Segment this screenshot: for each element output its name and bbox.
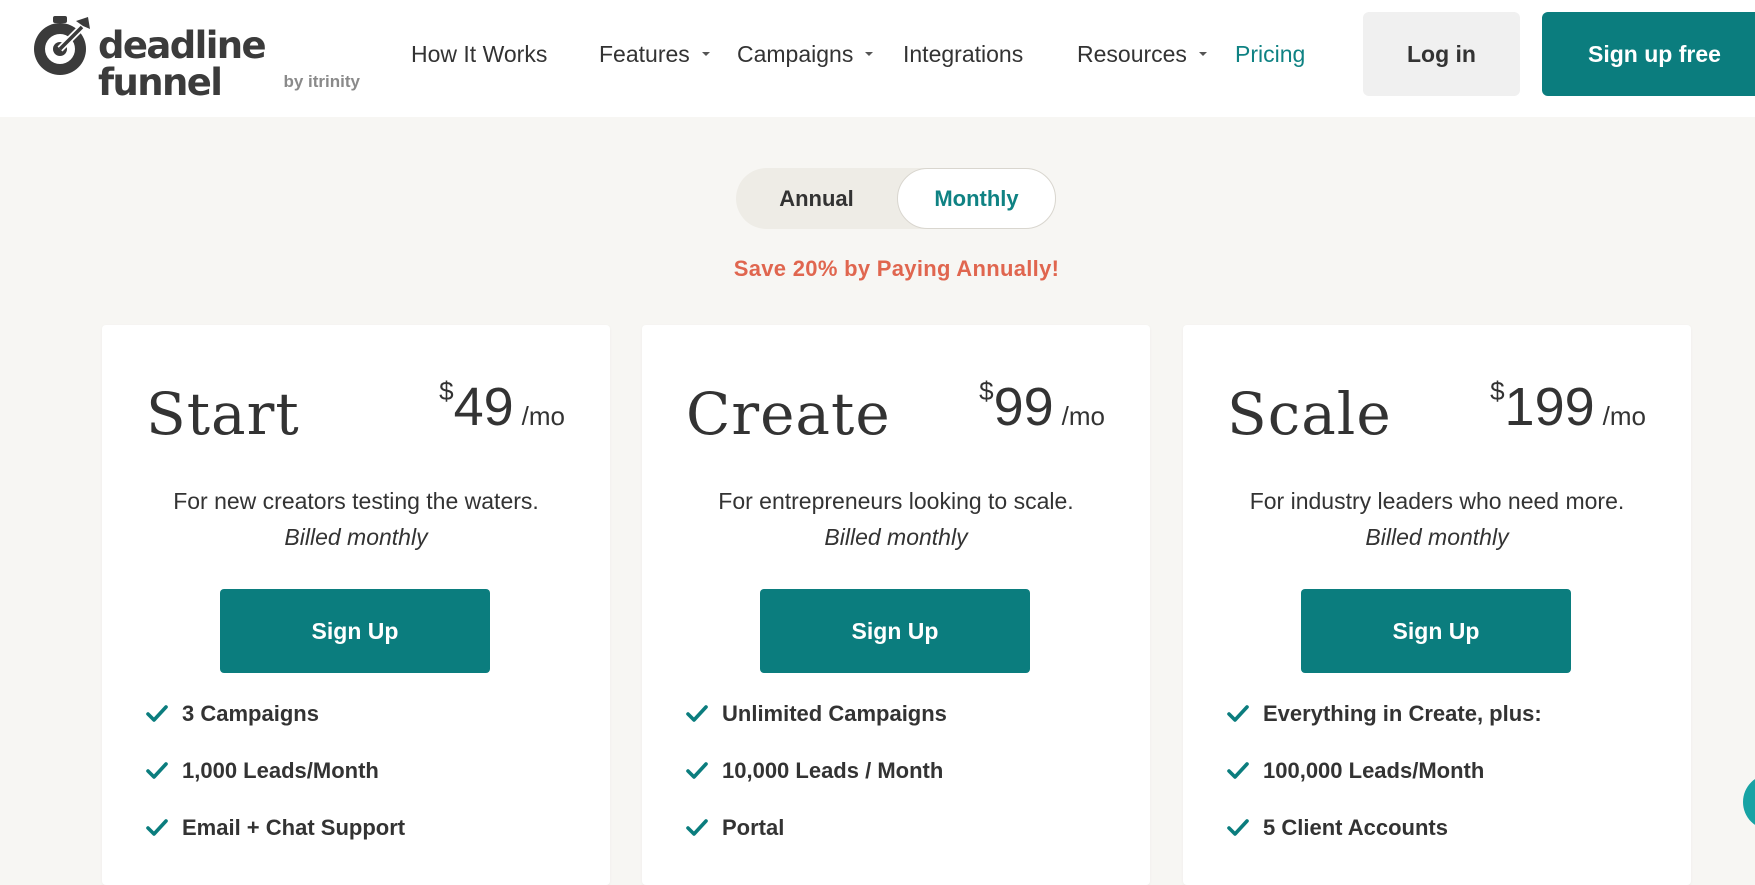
feature-item: 100,000 Leads/Month xyxy=(1227,757,1667,814)
sign-up-button[interactable]: Sign Up xyxy=(220,589,490,673)
feature-label: 5 Client Accounts xyxy=(1263,815,1448,840)
feature-label: Unlimited Campaigns xyxy=(722,701,947,726)
plan-card-start: Start $49/mo For new creators testing th… xyxy=(102,325,610,885)
nav-label: Integrations xyxy=(903,41,1024,67)
chat-icon[interactable] xyxy=(1743,774,1755,830)
nav-label: Campaigns xyxy=(737,41,854,67)
nav-campaigns[interactable]: Campaigns xyxy=(737,40,874,68)
price-currency: $ xyxy=(439,376,454,406)
price-currency: $ xyxy=(979,376,994,406)
logo-byline: by itrinity xyxy=(283,72,360,91)
plan-name: Scale xyxy=(1227,380,1392,448)
nav-label: Pricing xyxy=(1235,41,1306,67)
feature-item: 5 Client Accounts xyxy=(1227,814,1667,871)
feature-label: Portal xyxy=(722,815,785,840)
feature-list: Everything in Create, plus: 100,000 Lead… xyxy=(1227,700,1667,871)
plan-billing-note: Billed monthly xyxy=(1365,524,1509,550)
sign-up-button[interactable]: Sign Up xyxy=(760,589,1030,673)
plan-price: $49/mo xyxy=(439,377,565,437)
feature-item: 10,000 Leads / Month xyxy=(686,757,1126,814)
checkmark-icon xyxy=(146,819,168,836)
plan-price: $199/mo xyxy=(1490,377,1646,437)
billing-toggle: Annual Monthly xyxy=(736,168,1056,229)
checkmark-icon xyxy=(146,705,168,722)
feature-label: 100,000 Leads/Month xyxy=(1263,758,1485,783)
plan-name: Start xyxy=(146,380,300,448)
plan-billing-note: Billed monthly xyxy=(824,524,968,550)
checkmark-icon xyxy=(686,705,708,722)
checkmark-icon xyxy=(1227,705,1249,722)
nav-integrations[interactable]: Integrations xyxy=(903,40,1023,68)
sign-up-button[interactable]: Sign Up xyxy=(1301,589,1571,673)
deadline-funnel-logo[interactable]: deadline funnel by itrinity xyxy=(30,13,360,101)
plan-description: For entrepreneurs looking to scale. xyxy=(718,488,1074,514)
price-period: /mo xyxy=(521,401,565,431)
nav-resources[interactable]: Resources xyxy=(1077,40,1207,68)
chevron-down-icon xyxy=(865,51,874,56)
price-amount: 99 xyxy=(993,377,1054,437)
checkmark-icon xyxy=(686,819,708,836)
toggle-option-monthly[interactable]: Monthly xyxy=(897,168,1056,229)
feature-item: Everything in Create, plus: xyxy=(1227,700,1667,757)
login-button[interactable]: Log in xyxy=(1363,12,1520,96)
price-period: /mo xyxy=(1061,401,1105,431)
price-amount: 199 xyxy=(1504,377,1595,437)
feature-list: Unlimited Campaigns 10,000 Leads / Month… xyxy=(686,700,1126,871)
feature-item: 1,000 Leads/Month xyxy=(146,757,586,814)
nav-label: Resources xyxy=(1077,41,1187,67)
plan-billing-note: Billed monthly xyxy=(284,524,428,550)
nav-how-it-works[interactable]: How It Works xyxy=(411,40,547,68)
chevron-down-icon xyxy=(1198,51,1207,56)
deadline-funnel-logo-icon xyxy=(34,16,90,75)
nav-label: How It Works xyxy=(411,41,548,67)
plan-description: For new creators testing the waters. xyxy=(173,488,539,514)
plan-card-scale: Scale $199/mo For industry leaders who n… xyxy=(1183,325,1691,885)
site-header: deadline funnel by itrinity How It Works… xyxy=(0,0,1755,117)
checkmark-icon xyxy=(146,762,168,779)
plan-card-create: Create $99/mo For entrepreneurs looking … xyxy=(642,325,1150,885)
feature-label: Everything in Create, plus: xyxy=(1263,701,1542,726)
feature-item: 3 Campaigns xyxy=(146,700,586,757)
feature-label: 10,000 Leads / Month xyxy=(722,758,944,783)
feature-label: Email + Chat Support xyxy=(182,815,406,840)
nav-label: Features xyxy=(599,41,690,67)
nav-pricing[interactable]: Pricing xyxy=(1235,40,1305,68)
price-period: /mo xyxy=(1602,401,1646,431)
checkmark-icon xyxy=(686,762,708,779)
signup-free-button[interactable]: Sign up free xyxy=(1542,12,1755,96)
feature-item: Unlimited Campaigns xyxy=(686,700,1126,757)
save-annually-note: Save 20% by Paying Annually! xyxy=(733,256,1060,281)
nav-features[interactable]: Features xyxy=(599,40,710,68)
checkmark-icon xyxy=(1227,819,1249,836)
feature-label: 1,000 Leads/Month xyxy=(182,758,379,783)
plan-name: Create xyxy=(686,380,891,448)
feature-label: 3 Campaigns xyxy=(182,701,319,726)
plan-description: For industry leaders who need more. xyxy=(1249,488,1625,514)
plan-price: $99/mo xyxy=(979,377,1105,437)
chevron-down-icon xyxy=(701,51,710,56)
toggle-option-annual[interactable]: Annual xyxy=(736,168,897,229)
checkmark-icon xyxy=(1227,762,1249,779)
feature-item: Email + Chat Support xyxy=(146,814,586,871)
price-amount: 49 xyxy=(453,377,514,437)
feature-item: Portal xyxy=(686,814,1126,871)
feature-list: 3 Campaigns 1,000 Leads/Month Email + Ch… xyxy=(146,700,586,871)
price-currency: $ xyxy=(1490,376,1505,406)
